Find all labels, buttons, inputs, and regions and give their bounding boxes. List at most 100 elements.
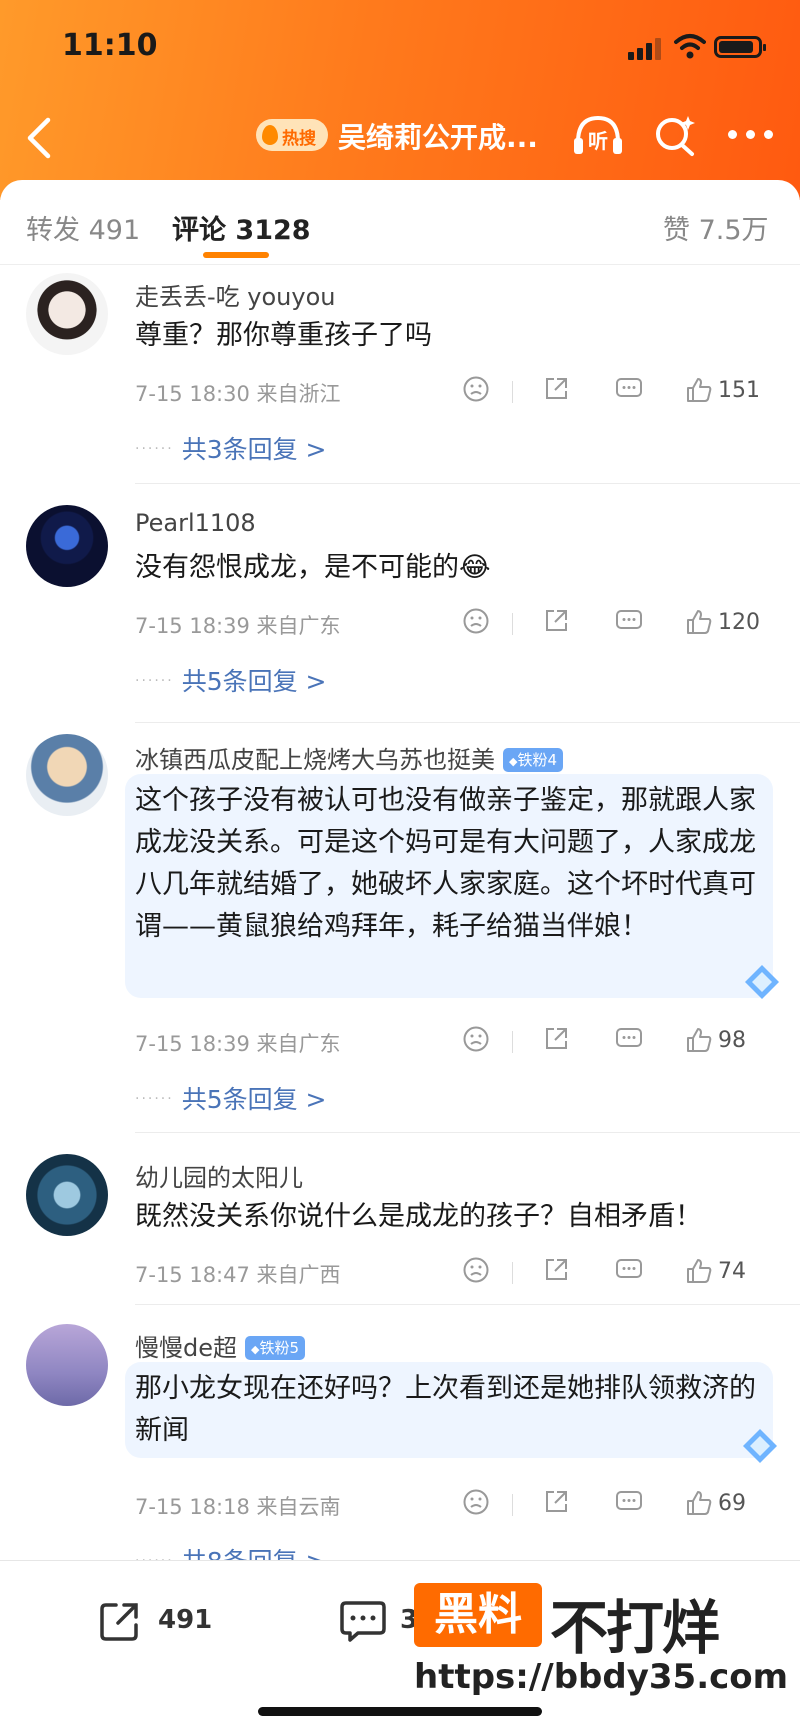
comment-actions: 151 <box>462 375 772 411</box>
more-icon[interactable] <box>728 130 774 140</box>
comment-icon[interactable] <box>614 1488 644 1516</box>
dislike-icon[interactable] <box>462 1025 490 1053</box>
comment-meta: 7-15 18:39 来自广东 <box>135 614 341 638</box>
like-icon[interactable] <box>684 375 714 405</box>
action-divider <box>512 381 513 403</box>
dislike-icon[interactable] <box>462 607 490 635</box>
avatar[interactable] <box>26 1324 108 1406</box>
hot-search-badge[interactable]: 热搜 <box>256 119 328 151</box>
comment-divider <box>135 722 800 723</box>
comment-divider <box>135 483 800 484</box>
watermark-url: https://bbdy35.com <box>414 1657 789 1697</box>
replies-label: 共5条回复 > <box>181 667 327 696</box>
view-replies-link[interactable]: ······ 共3条回复 > <box>135 430 327 466</box>
dislike-icon[interactable] <box>462 1488 490 1516</box>
status-bar: 11:10 <box>0 0 800 95</box>
replies-dots: ······ <box>135 1091 174 1107</box>
bottom-action-bar: 491 3128 黑料 不打烊 https://bbdy35.com <box>0 1560 800 1733</box>
battery-icon <box>714 36 766 58</box>
like-count: 120 <box>718 610 760 635</box>
comment-divider <box>135 1132 800 1133</box>
action-divider <box>512 1262 513 1284</box>
comment-meta: 7-15 18:39 来自广东 <box>135 1032 341 1056</box>
share-icon[interactable] <box>542 1025 570 1053</box>
avatar[interactable] <box>26 273 108 355</box>
share-icon[interactable] <box>542 1256 570 1284</box>
comment-text: 这个孩子没有被认可也没有做亲子鉴定，那就跟人家成龙没关系。可是这个妈可是有大问题… <box>125 774 773 998</box>
repost-button[interactable]: 491 <box>96 1597 216 1645</box>
tab-like-count: 7.5万 <box>698 215 769 246</box>
page-title[interactable]: 吴绮莉公开成... <box>338 116 538 156</box>
comment-username-text: 冰镇西瓜皮配上烧烤大乌苏也挺美 <box>135 746 495 774</box>
watermark-text: 不打烊 <box>550 1594 720 1662</box>
comment-icon[interactable] <box>614 375 644 403</box>
fan-badge[interactable]: 铁粉5 <box>245 1336 306 1360</box>
comment-actions: 98 <box>462 1025 772 1061</box>
like-count: 98 <box>718 1028 746 1053</box>
avatar[interactable] <box>26 734 108 816</box>
comment-username[interactable]: 走丢丢-吃 youyou <box>135 277 335 312</box>
repost-icon <box>100 1603 138 1641</box>
tab-comment-count: 3128 <box>235 215 311 246</box>
repost-count: 491 <box>158 1605 213 1635</box>
share-icon[interactable] <box>542 375 570 403</box>
hot-search-icon <box>262 125 278 145</box>
like-count: 69 <box>718 1491 746 1516</box>
share-icon[interactable] <box>542 1488 570 1516</box>
back-icon[interactable] <box>22 116 58 160</box>
share-icon[interactable] <box>542 607 570 635</box>
comment-text: 那小龙女现在还好吗？上次看到还是她排队领救济的新闻 <box>125 1362 773 1458</box>
action-divider <box>512 1031 513 1053</box>
signal-icon <box>628 36 666 60</box>
replies-label: 共5条回复 > <box>181 1085 327 1114</box>
wifi-icon <box>674 34 706 59</box>
comment-username[interactable]: 幼儿园的太阳儿 <box>135 1158 303 1193</box>
comment-username[interactable]: 慢慢de超铁粉5 <box>135 1328 306 1363</box>
replies-dots: ······ <box>135 441 174 457</box>
comment-text: 既然没关系你说什么是成龙的孩子？自相矛盾！ <box>135 1201 702 1232</box>
dislike-icon[interactable] <box>462 1256 490 1284</box>
listen-label: 听 <box>588 129 608 153</box>
like-count: 74 <box>718 1259 746 1284</box>
comment-icon[interactable] <box>614 1256 644 1284</box>
comment-actions: 120 <box>462 607 772 643</box>
status-time: 11:10 <box>62 28 158 63</box>
comment-icon[interactable] <box>614 1025 644 1053</box>
dislike-icon[interactable] <box>462 375 490 403</box>
comment-meta: 7-15 18:18 来自云南 <box>135 1495 341 1519</box>
comment-text: 尊重？那你尊重孩子了吗 <box>135 320 432 351</box>
avatar[interactable] <box>26 1154 108 1236</box>
avatar[interactable] <box>26 505 108 587</box>
gem-icon <box>743 1429 777 1463</box>
comment-text-content: 没有怨恨成龙，是不可能的 <box>135 552 459 583</box>
comment-actions: 69 <box>462 1488 772 1524</box>
search-icon[interactable] <box>652 112 698 160</box>
home-indicator <box>258 1707 542 1716</box>
tab-repost-count: 491 <box>88 215 141 246</box>
like-icon[interactable] <box>684 607 714 637</box>
tab-bar: 转发 491 评论 3128 赞 7.5万 <box>0 180 800 265</box>
comment-meta: 7-15 18:30 来自浙江 <box>135 382 341 406</box>
watermark: 黑料 不打烊 https://bbdy35.com <box>414 1583 788 1703</box>
like-icon[interactable] <box>684 1256 714 1286</box>
comment-meta: 7-15 18:47 来自广西 <box>135 1263 341 1287</box>
comment-actions: 74 <box>462 1256 772 1292</box>
tab-repost[interactable]: 转发 491 <box>26 208 140 247</box>
comment-icon[interactable] <box>614 607 644 635</box>
header: 11:10 热搜 吴绮莉公开成... 听 <box>0 0 800 200</box>
fan-badge[interactable]: 铁粉4 <box>503 748 564 772</box>
tab-like[interactable]: 赞 7.5万 <box>663 208 769 247</box>
tab-indicator <box>203 252 269 258</box>
comment-username[interactable]: Pearl1108 <box>135 509 256 537</box>
listen-icon[interactable]: 听 <box>570 112 626 160</box>
tab-repost-label: 转发 <box>26 215 80 246</box>
like-icon[interactable] <box>684 1488 714 1518</box>
tab-comment[interactable]: 评论 3128 <box>172 208 311 247</box>
view-replies-link[interactable]: ······ 共5条回复 > <box>135 1080 327 1116</box>
tab-comment-label: 评论 <box>172 215 226 246</box>
comment-username[interactable]: 冰镇西瓜皮配上烧烤大乌苏也挺美铁粉4 <box>135 740 564 775</box>
like-icon[interactable] <box>684 1025 714 1055</box>
view-replies-link[interactable]: ······ 共5条回复 > <box>135 662 327 698</box>
comment-text: 没有怨恨成龙，是不可能的😂 <box>135 547 491 589</box>
like-count: 151 <box>718 378 760 403</box>
